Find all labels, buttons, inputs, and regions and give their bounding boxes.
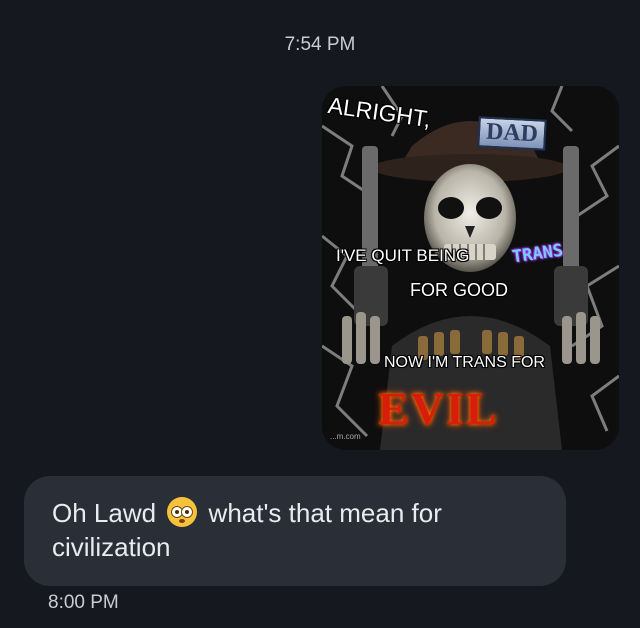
flushed-face-emoji-icon (167, 497, 198, 527)
message-timestamp: 7:54 PM (284, 34, 356, 55)
reply-timestamp: 8:00 PM (48, 592, 119, 613)
meme-caption-now: NOW I'M TRANS FOR (384, 354, 545, 371)
meme-watermark: ...m.com (330, 432, 361, 441)
reply-message-bubble[interactable]: Oh Lawd what's that mean for civilizatio… (24, 476, 566, 586)
reply-text-before: Oh Lawd (52, 498, 157, 528)
meme-image-message[interactable]: ALRIGHT, DAD I'VE QUIT BEING TRANS FOR G… (322, 86, 619, 450)
meme-caption-dad: DAD (477, 116, 547, 151)
meme-caption-quit: I'VE QUIT BEING (336, 246, 470, 265)
meme-caption-for-good: FOR GOOD (410, 280, 508, 300)
reply-message-text: Oh Lawd what's that mean for civilizatio… (52, 496, 542, 564)
meme-caption-evil: EVIL (378, 383, 499, 434)
